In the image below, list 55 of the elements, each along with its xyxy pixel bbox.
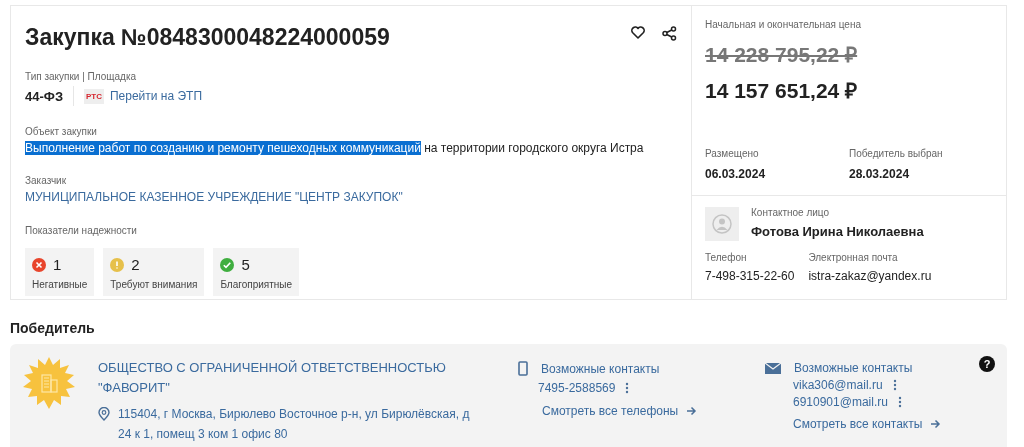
reliability-label: Требуют внимания [110,279,198,290]
email-address: vika306@mail.ru [793,378,883,392]
reliability-tile[interactable]: 5 Благоприятные [213,248,300,296]
location-pin-icon [98,407,110,421]
reliability-count: 5 [241,256,250,273]
date-value: 06.03.2024 [705,167,767,181]
platform-logo: РТС [84,88,104,104]
reliability-tile[interactable]: 2 Требуют внимания [103,248,205,296]
company-address: 115404, г Москва, Бирюлево Восточное р-н, ул Бирюлёвская, д 24 к 1, помещ 3 ком 1 офис 80 [118,406,471,443]
section-heading: Победитель [10,320,96,336]
phone-number: 7495-2588569 [538,381,616,395]
view-all-link[interactable]: Смотреть все контакты [793,417,942,431]
date-label: Размещено [705,148,760,159]
field-label: Заказчик [25,175,68,186]
help-icon[interactable]: ? [979,356,995,372]
reliability-count: 1 [53,256,62,273]
contacts-title: Возможные контакты [541,361,660,376]
initial-price: 14 228 795,22 ₽ [705,42,859,68]
company-link[interactable]: ОБЩЕСТВО С ОГРАНИЧЕННОЙ ОТВЕТСТВЕННОСТЬЮ "ФАВОРИТ" [98,358,483,398]
phone-label: Телефон [705,252,748,263]
email-address: 6910901@mail.ru [793,395,888,409]
date-label: Победитель выбран [849,148,944,159]
final-price: 14 157 651,24 ₽ [705,78,859,104]
more-icon[interactable] [892,379,897,391]
reliability-count: 2 [131,256,140,273]
customer-link[interactable]: МУНИЦИПАЛЬНОЕ КАЗЕННОЕ УЧРЕЖДЕНИЕ "ЦЕНТР ЗАКУПОК" [25,190,403,204]
reliability-tile[interactable]: 1 Негативные [25,248,95,296]
law-type: 44-ФЗ [25,88,64,104]
email-address: istra-zakaz@yandex.ru [808,269,932,283]
arrow-icon [930,419,942,429]
date-value: 28.03.2024 [849,167,911,181]
subject-text: Выполнение работ по созданию и ремонту пешеходных коммуникаций на территории городского округа Истра [25,141,645,155]
heart-icon[interactable] [631,26,645,39]
phone-number: 7-498-315-22-60 [705,269,795,283]
view-all-link[interactable]: Смотреть все телефоны [542,404,698,418]
reliability-label: Благоприятные [220,279,293,290]
phone-icon [518,361,528,376]
envelope-icon [765,362,781,374]
more-icon[interactable] [625,382,630,394]
contacts-title: Возможные контакты [794,361,913,375]
field-label: Объект закупки [25,126,98,137]
purchase-title: Закупка №0848300048224000059 [25,24,390,51]
platform-link[interactable]: Перейти на ЭТП [109,89,203,103]
price-label: Начальная и окончательная цена [705,19,862,30]
contact-name: Фотова Ирина Николаевна [751,224,924,239]
arrow-icon [686,406,698,416]
more-icon[interactable] [897,396,902,408]
field-label: Тип закупки | Площадка [25,71,138,82]
reliability-label: Негативные [32,279,88,290]
company-badge-icon [22,356,76,410]
contact-label: Контактное лицо [751,207,831,218]
email-label: Электронная почта [808,252,899,263]
field-label: Показатели надежности [25,225,138,236]
share-icon[interactable] [662,26,677,41]
avatar-icon [705,207,739,241]
